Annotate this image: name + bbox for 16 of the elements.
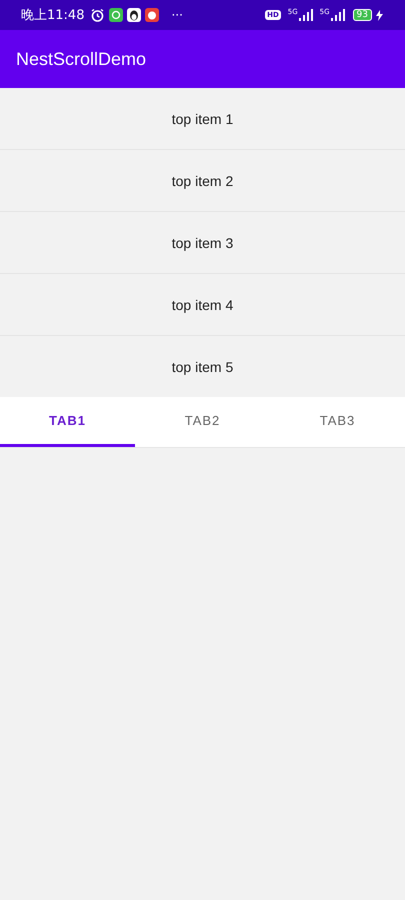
app-notification-icon	[109, 8, 124, 22]
list-item[interactable]: top item 5	[0, 336, 405, 397]
alarm-clock-icon	[90, 8, 106, 22]
charging-bolt-icon	[376, 10, 383, 20]
list-item[interactable]: top item 1	[0, 88, 405, 150]
list-item[interactable]: top item 4	[0, 274, 405, 336]
more-notifications: ···	[171, 8, 183, 22]
battery-level: 93	[352, 9, 372, 21]
status-time: 晚上11:48	[21, 7, 84, 24]
list-item[interactable]: top item 3	[0, 212, 405, 274]
signal-icon	[330, 9, 345, 21]
app-title: NestScrollDemo	[16, 48, 146, 70]
penguin-icon	[127, 8, 142, 22]
list-item[interactable]: top item 2	[0, 150, 405, 212]
app-notification-icon	[145, 8, 160, 22]
signal-icon	[298, 9, 313, 21]
